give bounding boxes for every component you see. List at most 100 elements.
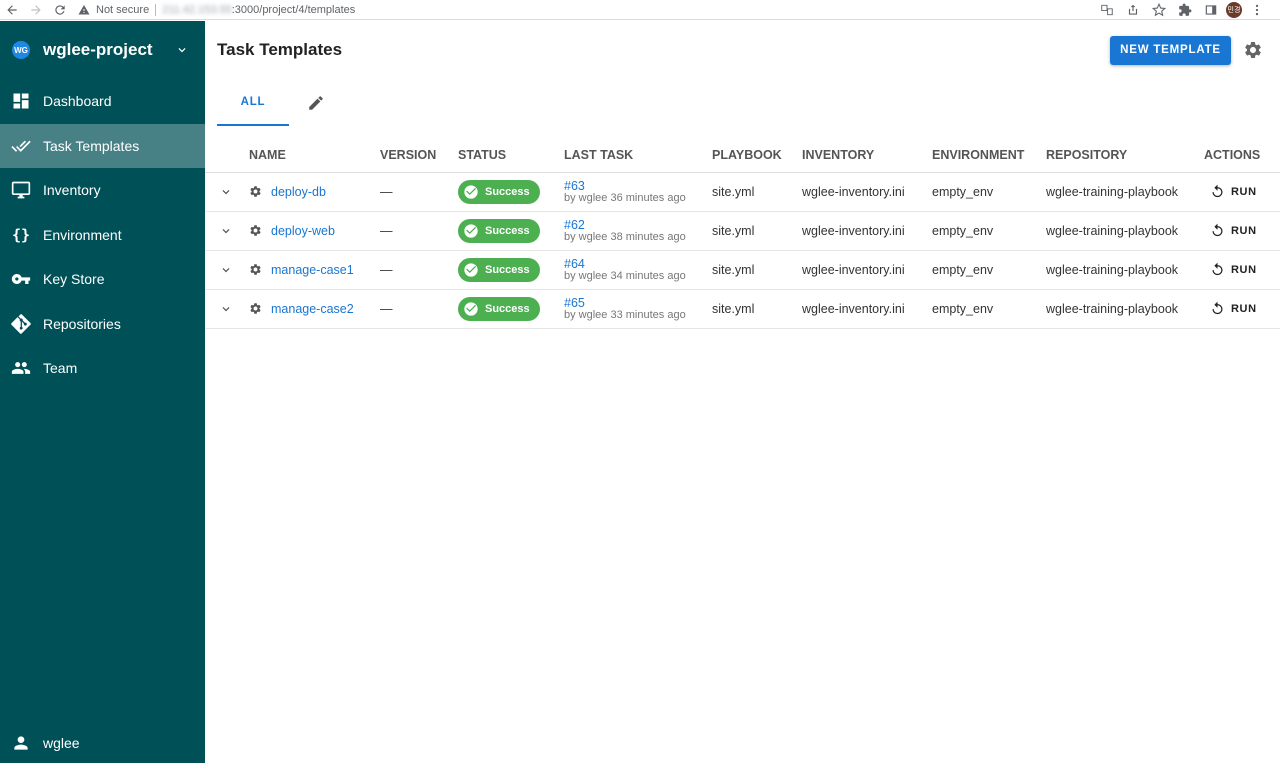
environment-cell: empty_env — [932, 172, 1046, 212]
template-name-link[interactable]: manage-case2 — [271, 302, 354, 316]
status-label: Success — [485, 302, 530, 315]
extensions-icon[interactable] — [1174, 0, 1196, 20]
sidebar-item-environment[interactable]: {} Environment — [0, 213, 205, 258]
translate-icon[interactable] — [1096, 0, 1118, 20]
version-cell: — — [380, 172, 458, 212]
sidebar-item-label: Team — [43, 360, 78, 377]
browser-toolbar: Not secure 211.42.153.55 :3000/project/4… — [0, 0, 1280, 20]
environment-cell: empty_env — [932, 211, 1046, 251]
status-badge: Success — [458, 257, 540, 282]
forward-icon[interactable] — [24, 0, 48, 20]
run-label: RUN — [1231, 263, 1257, 276]
version-cell: — — [380, 211, 458, 251]
environment-cell: empty_env — [932, 289, 1046, 329]
new-template-button[interactable]: NEW TEMPLATE — [1110, 35, 1231, 65]
menu-icon[interactable] — [1246, 0, 1268, 20]
team-icon — [11, 362, 31, 375]
sidebar-item-key-store[interactable]: Key Store — [0, 257, 205, 302]
playbook-cell: site.yml — [712, 211, 802, 251]
person-icon — [14, 736, 28, 750]
run-label: RUN — [1231, 185, 1257, 198]
last-task-link[interactable]: #64 — [564, 257, 712, 270]
playbook-cell: site.yml — [712, 289, 802, 329]
project-selector[interactable]: WG wglee-project — [0, 21, 205, 79]
table-row: manage-case2 — Success #65 by wglee 33 mi… — [205, 289, 1280, 329]
edit-views-button[interactable] — [289, 79, 343, 126]
last-task-meta: by wglee 38 minutes ago — [564, 230, 686, 243]
sidebar-item-label: Repositories — [43, 315, 121, 332]
back-icon[interactable] — [0, 0, 24, 20]
sidebar-item-label: Key Store — [43, 271, 105, 288]
sidebar-item-inventory[interactable]: Inventory — [0, 168, 205, 213]
replay-icon — [1212, 223, 1223, 237]
status-label: Success — [485, 263, 530, 276]
column-header-expand — [205, 138, 249, 173]
environment-cell: empty_env — [932, 250, 1046, 290]
chevron-down-icon[interactable] — [219, 302, 233, 316]
last-task-link[interactable]: #63 — [564, 179, 712, 192]
template-name-link[interactable]: deploy-web — [271, 224, 335, 238]
status-label: Success — [485, 224, 530, 237]
run-button[interactable]: RUN — [1204, 184, 1280, 199]
sidebar-item-repositories[interactable]: Repositories — [0, 302, 205, 347]
run-button[interactable]: RUN — [1204, 262, 1280, 277]
templates-table: NAME VERSION STATUS LAST TASK PLAYBOOK I… — [205, 138, 1280, 329]
repository-cell: wglee-training-playbook — [1046, 289, 1204, 329]
column-header[interactable]: STATUS — [458, 138, 564, 173]
gear-icon — [250, 303, 261, 314]
last-task-link[interactable]: #65 — [564, 296, 712, 309]
user-name: wglee — [43, 735, 80, 751]
last-task-meta: by wglee 36 minutes ago — [564, 191, 686, 204]
check-circle-icon — [464, 223, 478, 238]
reload-icon[interactable] — [48, 0, 72, 20]
run-button[interactable]: RUN — [1204, 301, 1280, 316]
template-name-link[interactable]: manage-case1 — [271, 263, 354, 277]
sidebar-item-team[interactable]: Team — [0, 346, 205, 391]
column-header[interactable]: NAME — [249, 138, 380, 173]
inventory-cell: wglee-inventory.ini — [802, 250, 932, 290]
side-panel-icon[interactable] — [1200, 0, 1222, 20]
chevron-down-icon[interactable] — [219, 185, 233, 199]
repository-cell: wglee-training-playbook — [1046, 172, 1204, 212]
sidebar: WG wglee-project Dashboard Task Template… — [0, 21, 205, 763]
chevron-down-icon[interactable] — [219, 263, 233, 277]
security-label: Not secure — [96, 3, 150, 16]
sidebar-item-label: Environment — [43, 226, 122, 243]
gear-icon — [250, 186, 261, 197]
profile-avatar[interactable]: 민경 — [1226, 1, 1242, 18]
tab-all[interactable]: ALL — [217, 79, 289, 126]
url-path: :3000/project/4/templates — [231, 3, 356, 16]
inventory-cell: wglee-inventory.ini — [802, 172, 932, 212]
address-bar[interactable]: Not secure 211.42.153.55 :3000/project/4… — [78, 0, 355, 20]
run-button[interactable]: RUN — [1204, 223, 1280, 238]
check-circle-icon — [464, 262, 478, 277]
column-header[interactable]: ENVIRONMENT — [932, 138, 1046, 173]
column-header[interactable]: INVENTORY — [802, 138, 932, 173]
playbook-cell: site.yml — [712, 250, 802, 290]
column-header[interactable]: REPOSITORY — [1046, 138, 1204, 173]
bookmark-star-icon[interactable] — [1148, 0, 1170, 20]
last-task-link[interactable]: #62 — [564, 218, 712, 231]
run-label: RUN — [1231, 302, 1257, 315]
inventory-cell: wglee-inventory.ini — [802, 289, 932, 329]
app-header: Task Templates NEW TEMPLATE — [205, 21, 1280, 79]
inventory-cell: wglee-inventory.ini — [802, 211, 932, 251]
replay-icon — [1212, 301, 1223, 315]
divider — [155, 3, 157, 16]
sidebar-item-dashboard[interactable]: Dashboard — [0, 79, 205, 124]
column-header[interactable]: LAST TASK — [564, 138, 712, 173]
settings-gear-icon[interactable] — [1243, 40, 1263, 60]
column-header[interactable]: VERSION — [380, 138, 458, 173]
warning-icon — [78, 4, 90, 14]
template-name-link[interactable]: deploy-db — [271, 185, 326, 199]
check-circle-icon — [464, 184, 478, 199]
done-all-icon — [11, 140, 31, 152]
table-row: deploy-web — Success #62 by wglee 38 minu… — [205, 211, 1280, 251]
chevron-down-icon[interactable] — [219, 224, 233, 238]
share-icon[interactable] — [1122, 0, 1144, 20]
sidebar-item-task-templates[interactable]: Task Templates — [0, 123, 205, 168]
column-header[interactable]: PLAYBOOK — [712, 138, 802, 173]
tab-bar: ALL — [205, 79, 1280, 126]
version-cell: — — [380, 289, 458, 329]
user-menu[interactable]: wglee — [0, 723, 205, 763]
